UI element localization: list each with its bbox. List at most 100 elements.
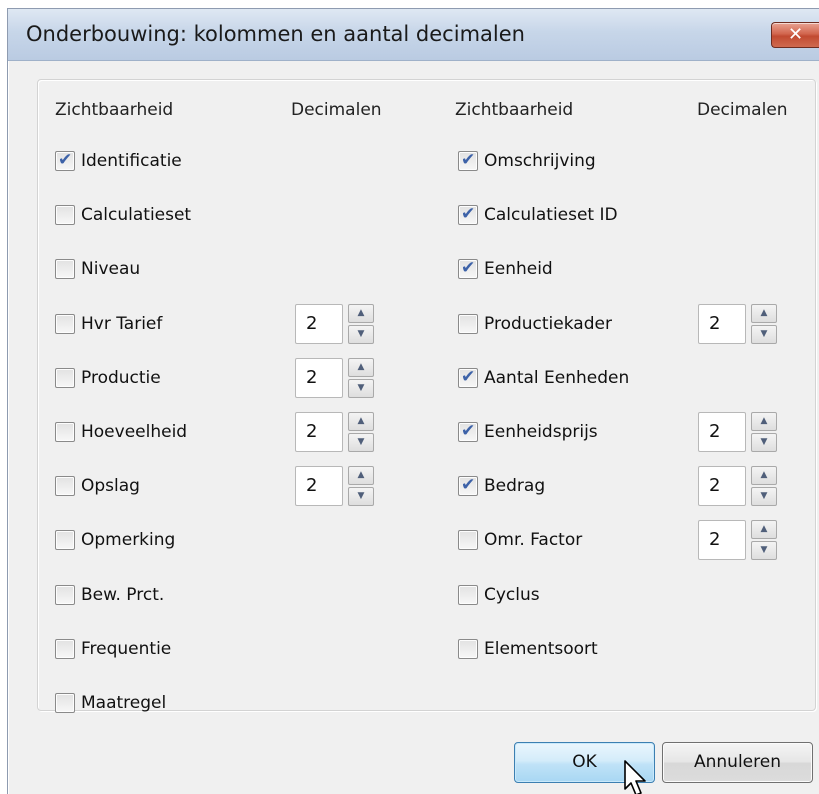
checkbox-label: Maatregel	[81, 693, 167, 713]
checkbox[interactable]	[55, 693, 75, 713]
decimals-input[interactable]: 2	[698, 412, 746, 452]
column-option-opslag[interactable]: Opslag	[55, 471, 140, 501]
arrow-up-icon[interactable]: ▲	[348, 466, 374, 486]
arrow-down-icon[interactable]: ▼	[348, 378, 374, 398]
checkbox[interactable]	[458, 638, 478, 659]
column-option-productie[interactable]: Productie	[55, 363, 161, 393]
checkbox[interactable]: ✔	[458, 475, 478, 497]
checkbox[interactable]	[55, 584, 75, 605]
checkbox-label: Cyclus	[484, 584, 540, 605]
check-icon: ✔	[461, 258, 476, 279]
decimals-stepper-omr-factor[interactable]: 2 ▲ ▼	[698, 520, 777, 561]
decimals-input[interactable]: 2	[698, 303, 746, 344]
column-option-omschrijving[interactable]: ✔ Omschrijving	[458, 146, 596, 176]
checkbox-label: Eenheid	[484, 259, 553, 280]
checkbox[interactable]: ✔	[458, 258, 478, 280]
arrow-up-icon[interactable]: ▲	[751, 412, 777, 431]
decimals-input[interactable]: 2	[295, 412, 343, 452]
arrow-up-icon[interactable]: ▲	[751, 520, 777, 540]
arrow-down-icon[interactable]: ▼	[751, 433, 777, 452]
checkbox[interactable]: ✔	[458, 421, 478, 442]
checkbox[interactable]: ✔	[458, 150, 478, 171]
decimals-input[interactable]: 2	[698, 520, 746, 561]
decimals-input[interactable]: 2	[295, 303, 343, 344]
checkbox[interactable]	[458, 313, 478, 334]
checkbox[interactable]	[55, 259, 75, 280]
header-left-decimals: Decimalen	[291, 100, 382, 120]
decimals-input[interactable]: 2	[698, 466, 746, 507]
decimals-stepper-hvr-tarief[interactable]: 2 ▲ ▼	[295, 303, 374, 344]
checkbox-label: Bew. Prct.	[81, 584, 165, 605]
arrow-down-icon[interactable]: ▼	[348, 433, 374, 452]
arrow-up-icon[interactable]: ▲	[348, 303, 374, 323]
checkbox[interactable]	[55, 422, 75, 442]
checkbox-label: Eenheidsprijs	[484, 422, 598, 442]
column-option-eenheidsprijs[interactable]: ✔ Eenheidsprijs	[458, 417, 598, 447]
close-button[interactable]: ✕	[771, 22, 819, 48]
column-option-opmerking[interactable]: Opmerking	[55, 525, 175, 555]
checkbox[interactable]	[55, 476, 75, 497]
checkbox[interactable]: ✔	[458, 367, 478, 388]
column-option-bedrag[interactable]: ✔ Bedrag	[458, 471, 545, 501]
arrow-down-icon[interactable]: ▼	[348, 487, 374, 507]
decimals-stepper-productie[interactable]: 2 ▲ ▼	[295, 357, 374, 398]
column-option-aantal-eenheden[interactable]: ✔ Aantal Eenheden	[458, 363, 629, 393]
decimals-stepper-bedrag[interactable]: 2 ▲ ▼	[698, 466, 777, 507]
header-left-visibility: Zichtbaarheid	[55, 100, 174, 120]
arrow-up-icon[interactable]: ▲	[348, 357, 374, 377]
checkbox[interactable]: ✔	[458, 204, 478, 226]
checkbox-label: Niveau	[81, 259, 141, 280]
decimals-stepper-productiekader[interactable]: 2 ▲ ▼	[698, 303, 777, 344]
column-option-cyclus[interactable]: Cyclus	[458, 580, 540, 610]
arrow-up-icon[interactable]: ▲	[348, 412, 374, 431]
checkbox-label: Omr. Factor	[484, 530, 583, 551]
check-icon: ✔	[461, 150, 476, 170]
column-option-omr-factor[interactable]: Omr. Factor	[458, 525, 582, 555]
arrow-down-icon[interactable]: ▼	[751, 324, 777, 344]
column-option-maatregel[interactable]: Maatregel	[55, 688, 166, 718]
decimals-stepper-eenheidsprijs[interactable]: 2 ▲ ▼	[698, 412, 777, 452]
decimals-input[interactable]: 2	[295, 357, 343, 398]
check-icon: ✔	[461, 204, 476, 225]
checkbox[interactable]: ✔	[55, 150, 75, 171]
checkbox[interactable]	[55, 530, 75, 551]
title-bar: Onderbouwing: kolommen en aantal decimal…	[8, 9, 819, 61]
column-option-elementsoort[interactable]: Elementsoort	[458, 634, 598, 664]
decimals-stepper-hoeveelheid[interactable]: 2 ▲ ▼	[295, 412, 374, 452]
arrow-up-icon[interactable]: ▲	[751, 303, 777, 323]
column-option-hvr-tarief[interactable]: Hvr Tarief	[55, 309, 162, 339]
column-option-eenheid[interactable]: ✔ Eenheid	[458, 254, 553, 284]
checkbox[interactable]	[458, 584, 478, 605]
arrow-down-icon[interactable]: ▼	[348, 324, 374, 344]
checkbox[interactable]	[55, 205, 75, 226]
checkbox-label: Productiekader	[484, 313, 612, 334]
checkbox-label: Calculatieset	[81, 205, 192, 226]
checkbox-label: Calculatieset ID	[484, 205, 618, 226]
column-option-niveau[interactable]: Niveau	[55, 254, 140, 284]
check-icon: ✔	[58, 150, 73, 170]
checkbox[interactable]	[458, 530, 478, 551]
checkbox[interactable]	[55, 313, 75, 334]
checkbox[interactable]	[55, 367, 75, 388]
decimals-stepper-opslag[interactable]: 2 ▲ ▼	[295, 466, 374, 507]
checkbox-label: Omschrijving	[484, 151, 596, 171]
checkbox-label: Opslag	[81, 476, 140, 497]
column-option-calculatieset-id[interactable]: ✔ Calculatieset ID	[458, 200, 618, 230]
checkbox[interactable]	[55, 638, 75, 659]
column-option-bew-prct[interactable]: Bew. Prct.	[55, 580, 164, 610]
column-option-hoeveelheid[interactable]: Hoeveelheid	[55, 417, 187, 447]
arrow-down-icon[interactable]: ▼	[751, 487, 777, 507]
column-option-calculatieset[interactable]: Calculatieset	[55, 200, 191, 230]
checkbox-label: Bedrag	[484, 476, 546, 497]
column-option-productiekader[interactable]: Productiekader	[458, 309, 612, 339]
column-option-frequentie[interactable]: Frequentie	[55, 634, 171, 664]
column-option-identificatie[interactable]: ✔ Identificatie	[55, 146, 182, 176]
dialog-title: Onderbouwing: kolommen en aantal decimal…	[26, 22, 525, 46]
checkbox-label: Aantal Eenheden	[484, 367, 630, 388]
arrow-up-icon[interactable]: ▲	[751, 466, 777, 486]
columns-panel: Zichtbaarheid Decimalen Zichtbaarheid De…	[37, 79, 816, 713]
cancel-button[interactable]: Annuleren	[662, 742, 813, 783]
checkbox-label: Hoeveelheid	[81, 422, 188, 442]
decimals-input[interactable]: 2	[295, 466, 343, 507]
arrow-down-icon[interactable]: ▼	[751, 541, 777, 561]
